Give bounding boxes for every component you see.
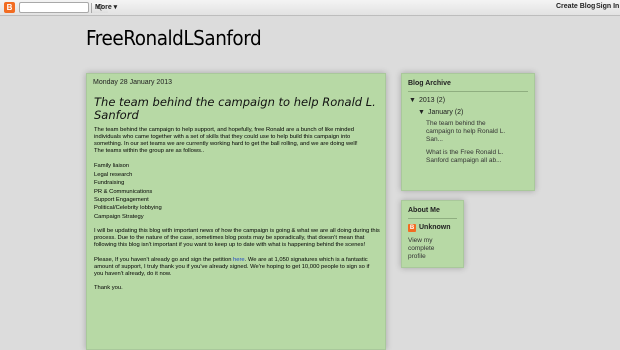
post-paragraph-2: I will be updating this blog with import…: [94, 228, 380, 249]
post-title[interactable]: The team behind the campaign to help Ron…: [94, 96, 379, 122]
petition-link[interactable]: here: [233, 257, 245, 263]
team-item: Fundraising: [94, 180, 125, 187]
post-paragraph-1: The team behind the campaign to help sup…: [94, 127, 358, 148]
post-signoff: Thank you.: [94, 284, 123, 291]
sign-in-link[interactable]: Sign In: [596, 3, 619, 10]
teams-intro: The teams within the group are as follow…: [94, 148, 205, 155]
archive-month[interactable]: January: [428, 109, 453, 116]
blog-archive-widget: Blog Archive ▼ 2013 (2) ▼ January (2) The …: [401, 73, 535, 191]
archive-year-count: (2): [436, 97, 446, 104]
archive-post-link[interactable]: What is the Free Ronald L. Sanford campa…: [426, 149, 514, 165]
team-item: Campaign Strategy: [94, 213, 144, 220]
create-blog-link[interactable]: Create Blog: [556, 3, 595, 10]
post-paragraph: The team behind the campaign to help sup…: [94, 127, 380, 155]
widget-divider: [408, 218, 457, 219]
triangle-down-icon[interactable]: ▼: [409, 97, 416, 104]
team-item: Support Engagement: [94, 197, 149, 203]
more-menu-button[interactable]: More ▾: [95, 3, 117, 11]
post-date-header: Monday 28 January 2013: [93, 79, 172, 86]
archive-year-toggle[interactable]: ▼ 2013 (2): [409, 97, 445, 104]
view-profile-link[interactable]: View my complete profile: [408, 237, 448, 262]
archive-month-toggle[interactable]: ▼ January (2): [418, 109, 463, 116]
archive-year[interactable]: 2013: [419, 97, 435, 104]
team-item: PR & Communications: [94, 188, 153, 195]
post-body: The team behind the campaign to help sup…: [94, 127, 380, 299]
main-post-column: Monday 28 January 2013 The team behind t…: [86, 73, 386, 350]
archive-month-count: (2): [454, 109, 464, 116]
blogger-profile-icon: B: [408, 224, 416, 232]
teams-list: Family liaison Legal research Fundraisin…: [94, 162, 380, 221]
about-me-widget: About Me B Unknown View my complete prof…: [401, 200, 464, 268]
navbar-search-input[interactable]: Q: [19, 2, 108, 13]
blogger-navbar: B Q More ▾ Create Blog Sign In: [0, 0, 620, 16]
post-paragraph-3: Please, If you haven't already go and si…: [94, 257, 380, 278]
triangle-down-icon[interactable]: ▼: [418, 109, 425, 116]
team-item: Political/Celebrity lobbying: [94, 205, 162, 212]
archive-post-link[interactable]: The team behind the campaign to help Ron…: [426, 120, 514, 145]
blog-title[interactable]: FreeRonaldLSanford: [86, 26, 262, 50]
profile-name[interactable]: Unknown: [419, 224, 451, 231]
about-me-title: About Me: [408, 207, 440, 214]
blogger-logo-icon[interactable]: B: [4, 2, 15, 13]
widget-divider: [408, 91, 528, 92]
team-item: Legal research: [94, 171, 133, 178]
team-item: Family liaison: [94, 163, 130, 170]
blog-archive-title: Blog Archive: [408, 80, 451, 87]
petition-text-before: Please, If you haven't already go and si…: [94, 256, 234, 263]
